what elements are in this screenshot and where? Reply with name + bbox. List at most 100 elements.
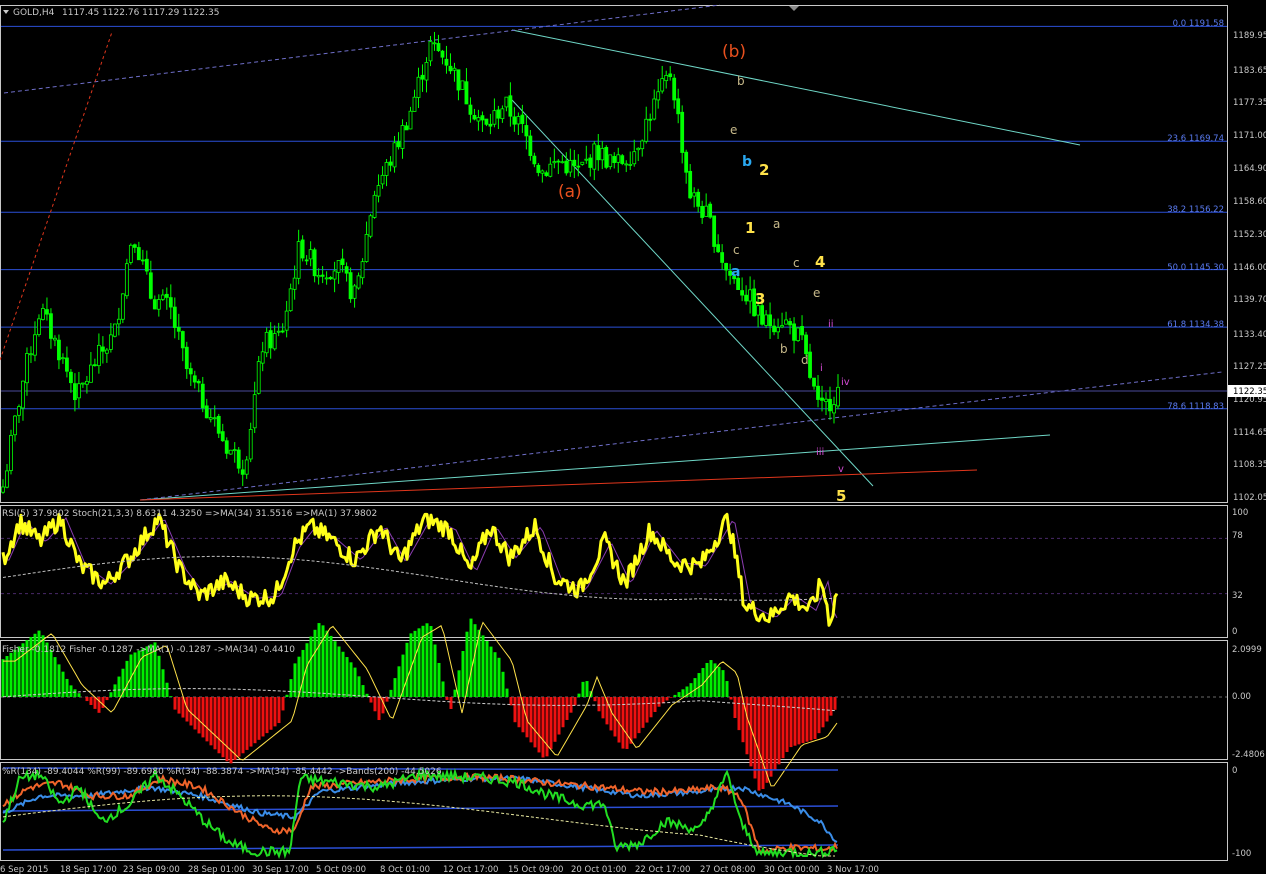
candle-body — [172, 306, 177, 328]
fisher-histogram-bar — [325, 630, 329, 697]
candle-body — [188, 368, 193, 375]
fisher-histogram-bar — [585, 681, 589, 697]
price-tick: 1133.40 — [1233, 330, 1266, 340]
wave-label: (a) — [558, 182, 582, 202]
fisher-histogram-bar — [481, 635, 485, 697]
fisher-histogram-bar — [109, 692, 113, 697]
fisher-histogram-bar — [757, 697, 761, 791]
candle-body — [724, 262, 729, 271]
fisher-histogram-bar — [209, 697, 213, 746]
fisher-histogram-bar — [833, 697, 837, 710]
candle-body — [540, 170, 545, 174]
rsi-tick: 100 — [1232, 508, 1248, 518]
fisher-histogram-bar — [309, 636, 313, 697]
candle-body — [512, 116, 517, 125]
candle-body — [764, 314, 768, 326]
fisher-histogram-bar — [453, 689, 457, 697]
fisher-histogram-bar — [561, 697, 565, 728]
candle-body — [132, 244, 137, 248]
fisher-histogram-bar — [497, 657, 501, 697]
candle-body — [832, 404, 836, 414]
fisher-histogram-bar — [197, 697, 201, 734]
candle-body — [672, 77, 677, 101]
candle-body — [112, 323, 117, 337]
fisher-histogram-bar — [657, 697, 661, 707]
fisher-histogram-bar — [249, 697, 253, 747]
time-tick: 12 Oct 17:00 — [443, 865, 498, 874]
wave-label: b — [742, 154, 752, 170]
candle-body — [716, 244, 721, 253]
fisher-histogram-bar — [13, 649, 17, 697]
candle-body — [420, 74, 425, 80]
fisher-histogram-bar — [201, 697, 205, 738]
wave-label: c — [733, 243, 740, 257]
candle-body — [208, 417, 213, 420]
price-tick: 1183.65 — [1233, 66, 1266, 76]
candle-body — [240, 469, 245, 475]
candle-body — [416, 76, 421, 98]
candle-body — [248, 429, 253, 460]
time-tick: 3 Nov 17:00 — [827, 865, 879, 874]
candle-body — [524, 125, 529, 137]
candle-body — [640, 140, 645, 150]
candle-body — [228, 449, 233, 455]
wave-label: b — [780, 342, 788, 356]
wave-label: c — [793, 256, 800, 270]
candle-body — [408, 110, 413, 130]
candle-body — [740, 290, 745, 296]
price-tick: 1158.60 — [1233, 197, 1266, 207]
fisher-histogram-bar — [313, 629, 317, 697]
candle-body — [316, 275, 321, 278]
candle-body — [244, 459, 249, 475]
fisher-histogram-bar — [493, 652, 497, 697]
candle-body — [804, 334, 808, 355]
candle-body — [140, 259, 145, 262]
candle-body — [360, 261, 365, 279]
candle-body — [280, 330, 285, 333]
candle-body — [584, 158, 589, 161]
fisher-histogram-bar — [361, 685, 365, 697]
candle-body — [528, 135, 533, 156]
time-tick: 30 Sep 17:00 — [252, 865, 309, 874]
candle-body — [73, 383, 77, 401]
fisher-histogram-bar — [449, 697, 453, 709]
candle-body — [796, 327, 800, 342]
fisher-histogram-bar — [665, 697, 669, 701]
candle-body — [180, 331, 185, 349]
fisher-histogram-bar — [441, 681, 445, 697]
fisher-histogram-bar — [581, 681, 585, 697]
candle-body — [312, 249, 317, 277]
candle-body — [364, 234, 369, 262]
fisher-histogram-bar — [405, 642, 409, 697]
fisher-histogram-bar — [545, 697, 549, 757]
candle-body — [168, 297, 173, 308]
candle-body — [220, 431, 225, 442]
candle-body — [216, 415, 221, 434]
candle-body — [768, 314, 772, 327]
fisher-panel-title: Fisher -0.1812 Fisher -0.1287 ->MA(1) -0… — [2, 645, 295, 655]
fisher-histogram-bar — [501, 671, 505, 697]
candle-body — [516, 116, 521, 125]
fisher-histogram-bar — [469, 618, 473, 697]
candle-body — [21, 380, 25, 409]
fisher-histogram-bar — [113, 684, 117, 697]
fisher-histogram-bar — [105, 697, 109, 701]
fisher-histogram-bar — [393, 678, 397, 697]
candle-body — [676, 98, 681, 115]
candle-body — [440, 50, 445, 58]
fisher-histogram-bar — [337, 646, 341, 697]
time-tick: 18 Sep 17:00 — [60, 865, 117, 874]
wave-label: v — [838, 464, 844, 475]
candle-body — [380, 174, 385, 185]
fisher-histogram-bar — [445, 697, 449, 700]
candle-body — [664, 75, 669, 82]
fisher-histogram-bar — [573, 697, 577, 706]
fisher-histogram-bar — [633, 697, 637, 739]
fisher-histogram-bar — [89, 697, 93, 705]
candle-body — [712, 215, 717, 247]
candle-body — [596, 145, 601, 161]
candle-body — [144, 258, 149, 272]
candle-body — [344, 266, 349, 274]
fisher-histogram-bar — [73, 689, 77, 697]
fisher-tick: -2.4806 — [1232, 750, 1265, 760]
